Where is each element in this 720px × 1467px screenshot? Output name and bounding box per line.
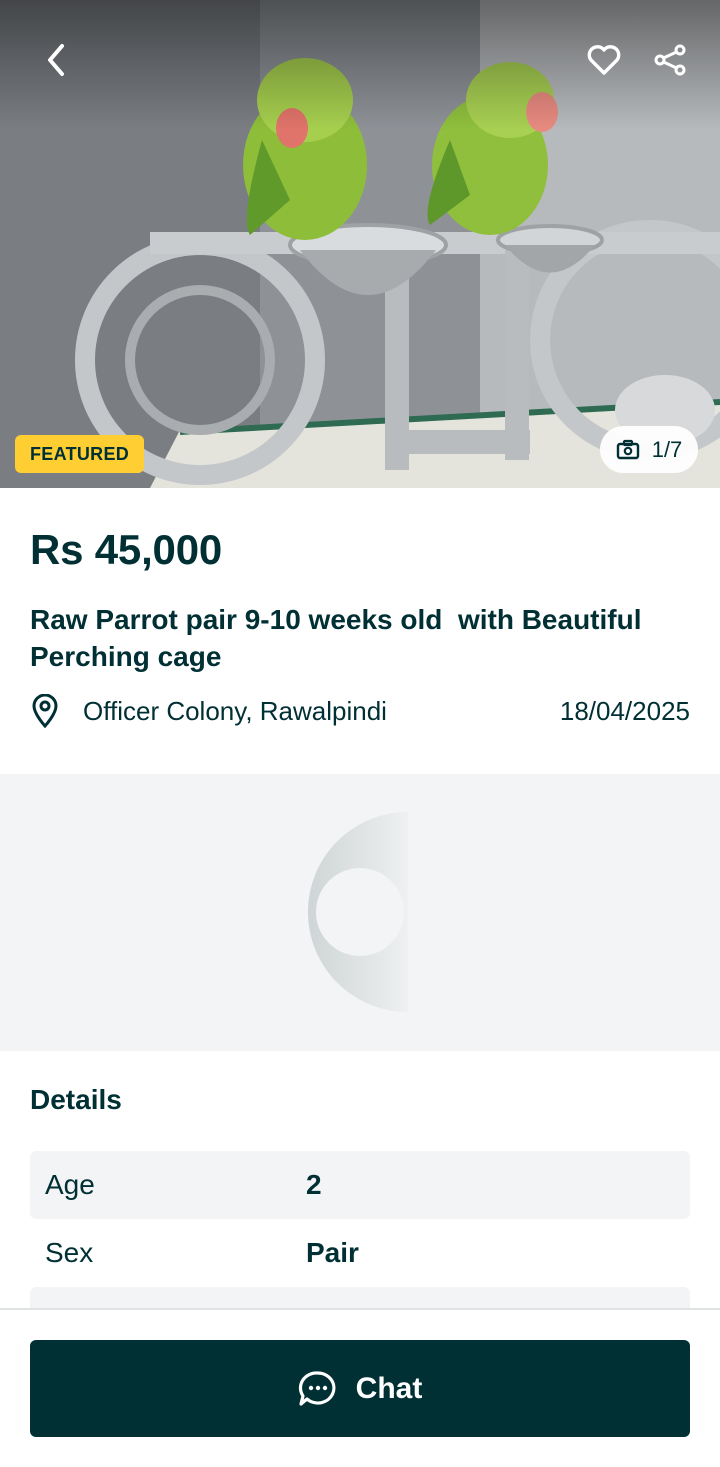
favorite-button[interactable] — [580, 36, 628, 84]
listing-title: Raw Parrot pair 9-10 weeks old with Beau… — [30, 604, 650, 672]
detail-value: Pair — [306, 1237, 359, 1268]
chevron-left-icon — [48, 44, 64, 76]
share-icon — [654, 44, 686, 76]
detail-label: Age — [45, 1169, 95, 1200]
location-row: Officer Colony, Rawalpindi 18/04/2025 — [30, 690, 690, 732]
camera-icon — [616, 439, 639, 459]
posted-date: 18/04/2025 — [559, 695, 690, 726]
loading-spinner-icon — [307, 812, 408, 1012]
location-text: Officer Colony, Rawalpindi — [83, 695, 387, 726]
photo-counter-text: 1/7 — [651, 436, 683, 462]
detail-row-age: Age 2 — [30, 1151, 690, 1219]
location-pin-icon — [30, 690, 68, 732]
listing-price: Rs 45,000 — [30, 526, 223, 573]
details-heading: Details — [30, 1084, 122, 1115]
detail-value: 2 — [306, 1169, 322, 1200]
heart-icon — [587, 45, 621, 75]
listing-photo-gallery[interactable]: FEATURED 1/7 — [0, 0, 720, 488]
chat-button[interactable]: Chat — [30, 1340, 690, 1437]
featured-badge: FEATURED — [15, 435, 145, 473]
photo-counter: 1/7 — [600, 426, 698, 473]
share-button[interactable] — [646, 36, 694, 84]
chat-bubble-icon — [298, 1370, 336, 1406]
bottom-action-bar: Chat — [0, 1308, 720, 1467]
map-placeholder[interactable] — [0, 774, 720, 1051]
detail-label: Sex — [45, 1237, 94, 1268]
detail-row-sex: Sex Pair — [30, 1219, 690, 1287]
chat-button-label: Chat — [355, 1371, 423, 1405]
back-button[interactable] — [32, 36, 80, 84]
